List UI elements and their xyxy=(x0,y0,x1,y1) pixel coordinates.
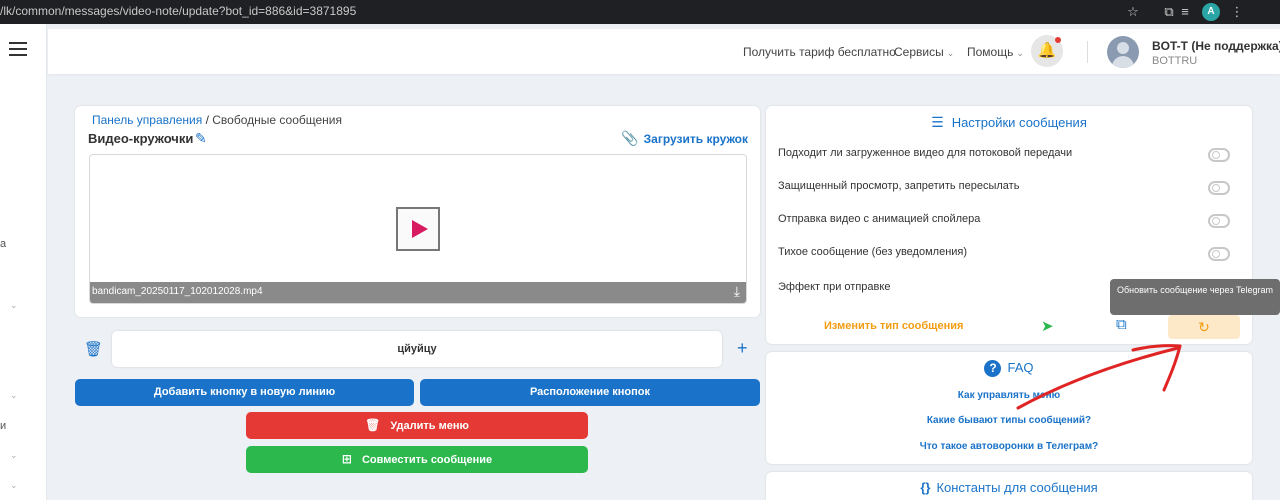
constants-title-label: Константы для сообщения xyxy=(936,480,1098,495)
copy-icon[interactable]: ⧉ xyxy=(1116,316,1127,333)
telegram-send-icon[interactable]: ➤ xyxy=(1041,317,1054,335)
faq-link-message-types[interactable]: Какие бывают типы сообщений? xyxy=(766,415,1252,426)
video-file-bar: bandicam_20250117_102012028.mp4 ⤓ xyxy=(90,282,746,303)
refresh-via-telegram-button[interactable]: ↻ xyxy=(1168,315,1240,339)
chevron-down-icon[interactable]: ⌄ xyxy=(10,480,18,491)
faq-link-funnels[interactable]: Что такое автоворонки в Телеграм? xyxy=(766,441,1252,452)
video-preview: bandicam_20250117_102012028.mp4 ⤓ xyxy=(89,154,747,304)
settings-title: ☰ Настройки сообщения xyxy=(766,114,1252,131)
delete-menu-label: Удалить меню xyxy=(390,420,469,432)
page-title: Видео-кружочки xyxy=(88,131,194,146)
browser-menu-icon[interactable]: ⋮ xyxy=(1228,3,1246,21)
constants-title[interactable]: {} Константы для сообщения xyxy=(766,480,1252,495)
add-box-icon: ⊞ xyxy=(341,452,352,466)
help-label: Помощь xyxy=(967,45,1014,59)
hamburger-menu-icon[interactable] xyxy=(9,42,27,56)
combine-message-label: Совместить сообщение xyxy=(361,454,493,466)
sidebar-collapsed: а ⌄ ⌄ и ⌄ ⌄ xyxy=(0,24,47,500)
profile-avatar[interactable]: A xyxy=(1202,3,1220,21)
breadcrumb: Панель управления / Свободные сообщения xyxy=(92,113,342,127)
chevron-down-icon: ⌄ xyxy=(946,48,955,58)
refresh-icon: ↻ xyxy=(1198,319,1210,335)
top-header: Получить тариф бесплатно Сервисы ⌄ Помощь… xyxy=(48,29,1280,74)
button-layout-button[interactable]: Расположение кнопок xyxy=(420,379,760,406)
combine-message-button[interactable]: ⊞ Совместить сообщение xyxy=(246,446,588,473)
user-name[interactable]: BOT-T (Не поддержка) xyxy=(1152,39,1280,53)
faq-title-label: FAQ xyxy=(1007,360,1034,375)
editor-card: Панель управления / Свободные сообщения … xyxy=(75,106,760,317)
paperclip-icon: 📎 xyxy=(621,130,639,146)
faq-card: ? FAQ Как управлять меню Какие бывают тип… xyxy=(766,352,1252,464)
inline-button-text-field[interactable]: цйуйцу xyxy=(112,331,722,367)
setting-protected-label: Защищенный просмотр, запретить пересылат… xyxy=(778,180,1020,192)
faq-link-menu[interactable]: Как управлять меню xyxy=(766,390,1252,401)
upload-label: Загрузить кружок xyxy=(643,132,748,146)
faq-title: ? FAQ xyxy=(766,360,1252,377)
help-menu[interactable]: Помощь ⌄ xyxy=(967,45,1024,59)
services-label: Сервисы xyxy=(894,45,944,59)
notifications-bell-icon[interactable]: 🔔 xyxy=(1031,35,1063,67)
upload-video-note-button[interactable]: 📎 Загрузить кружок xyxy=(621,130,748,147)
chevron-down-icon[interactable]: ⌄ xyxy=(10,390,18,401)
setting-protected-toggle[interactable] xyxy=(1208,181,1230,195)
address-bar[interactable]: /lk/common/messages/video-note/update?bo… xyxy=(0,4,356,18)
setting-spoiler-toggle[interactable] xyxy=(1208,214,1230,228)
change-message-type-link[interactable]: Изменить тип сообщения xyxy=(824,320,963,332)
play-icon[interactable] xyxy=(396,207,440,251)
sidebar-text-fragment: а xyxy=(0,238,7,250)
setting-silent-toggle[interactable] xyxy=(1208,247,1230,261)
video-file-name: bandicam_20250117_102012028.mp4 xyxy=(92,286,263,297)
setting-streaming-label: Подходит ли загруженное видео для потоко… xyxy=(778,147,1073,159)
setting-silent-label: Тихое сообщение (без уведомления) xyxy=(778,246,968,258)
get-free-tariff-link[interactable]: Получить тариф бесплатно xyxy=(743,45,896,59)
browser-toolbar: /lk/common/messages/video-note/update?bo… xyxy=(0,0,1280,24)
breadcrumb-separator: / xyxy=(202,113,213,127)
edit-pencil-icon[interactable]: ✎ xyxy=(195,130,207,147)
setting-streaming-toggle[interactable] xyxy=(1208,148,1230,162)
chevron-down-icon[interactable]: ⌄ xyxy=(10,450,18,461)
breadcrumb-current: Свободные сообщения xyxy=(212,113,342,127)
delete-button-trash-icon[interactable]: 🗑 xyxy=(84,340,103,358)
notification-dot xyxy=(1055,37,1061,43)
header-divider xyxy=(1087,41,1088,63)
add-button-plus-icon[interactable]: + xyxy=(737,338,748,359)
download-icon[interactable]: ⤓ xyxy=(734,283,740,300)
constants-card: {} Константы для сообщения xyxy=(766,472,1252,500)
user-login: BOTTRU xyxy=(1152,55,1198,67)
braces-icon: {} xyxy=(920,480,931,495)
chevron-down-icon[interactable]: ⌄ xyxy=(10,300,18,311)
bookmark-star-icon[interactable]: ☆ xyxy=(1124,3,1142,21)
settings-title-label: Настройки сообщения xyxy=(951,115,1087,130)
delete-menu-button[interactable]: 🗑 Удалить меню xyxy=(246,412,588,439)
question-icon: ? xyxy=(984,360,1002,377)
add-button-new-line-button[interactable]: Добавить кнопку в новую линию xyxy=(75,379,414,406)
send-effect-label: Эффект при отправке xyxy=(778,281,891,293)
services-menu[interactable]: Сервисы ⌄ xyxy=(894,45,954,59)
refresh-tooltip: Обновить сообщение через Telegram xyxy=(1110,279,1280,315)
setting-spoiler-label: Отправка видео с анимацией спойлера xyxy=(778,213,981,225)
user-avatar[interactable] xyxy=(1107,36,1139,68)
trash-icon: 🗑 xyxy=(365,418,381,432)
chevron-down-icon: ⌄ xyxy=(1016,48,1024,58)
reading-list-icon[interactable]: ≡ xyxy=(1176,3,1194,21)
sidebar-text-fragment: и xyxy=(0,420,7,432)
breadcrumb-home-link[interactable]: Панель управления xyxy=(92,113,202,127)
sliders-icon: ☰ xyxy=(931,114,944,130)
